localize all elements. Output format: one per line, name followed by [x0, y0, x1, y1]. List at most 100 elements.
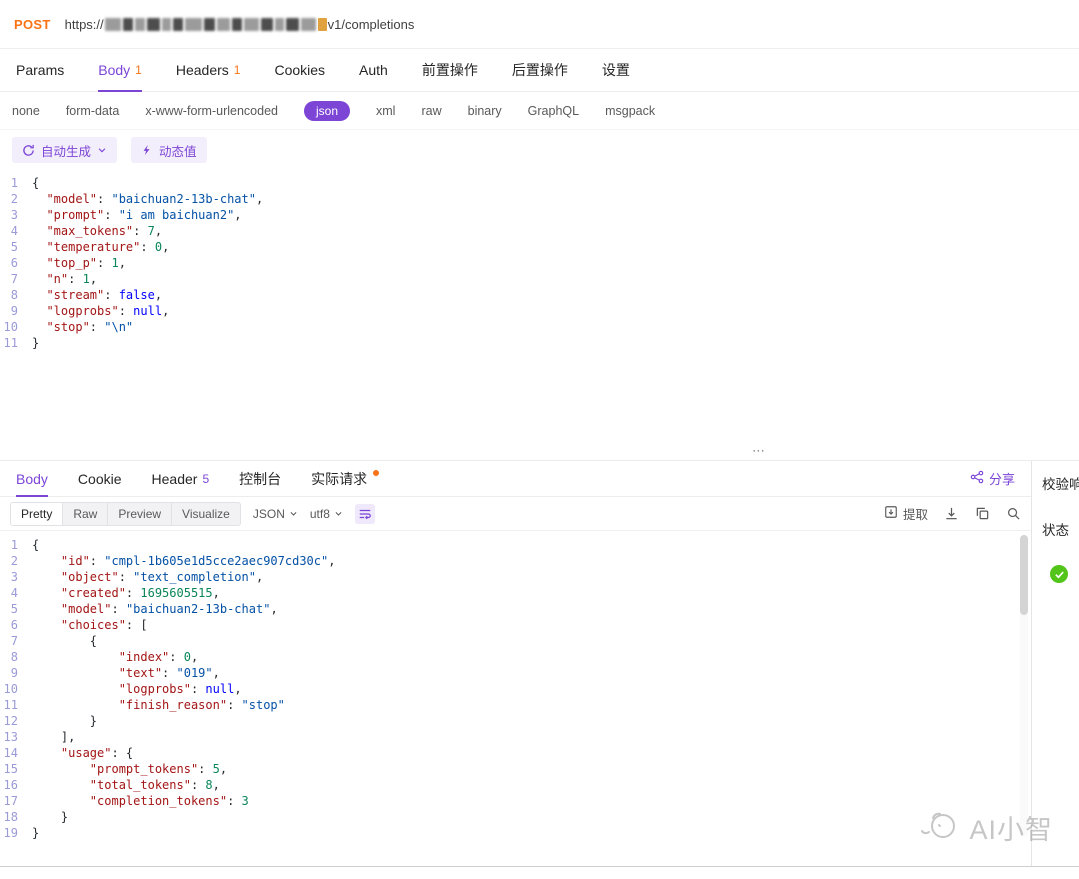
tab-label: Params	[16, 62, 64, 78]
tab-label: Body	[98, 62, 130, 78]
line-number: 1	[0, 537, 32, 553]
code-line: 12 }	[0, 713, 1031, 729]
response-json-code: 1{2 "id": "cmpl-1b605e1d5cce2aec907cd30c…	[0, 537, 1031, 841]
line-number: 9	[0, 665, 32, 681]
search-icon[interactable]	[1006, 506, 1021, 521]
code-line: 16 "total_tokens": 8,	[0, 777, 1031, 793]
code-line: 14 "usage": {	[0, 745, 1031, 761]
validate-response-tab[interactable]: 校验响应	[1042, 473, 1079, 493]
line-number: 7	[0, 271, 32, 287]
response-json-editor[interactable]: 1{2 "id": "cmpl-1b605e1d5cce2aec907cd30c…	[0, 531, 1031, 846]
request-url-input[interactable]: https:// v1/completions	[65, 17, 415, 32]
splitter-drag-handle-icon[interactable]: ⋯	[752, 443, 766, 459]
body-type-binary[interactable]: binary	[468, 104, 502, 118]
scrollbar-thumb[interactable]	[1020, 535, 1028, 615]
auto-generate-button[interactable]: 自动生成	[12, 137, 117, 163]
request-json-editor[interactable]: 1{2 "model": "baichuan2-13b-chat",3 "pro…	[0, 170, 1079, 446]
line-number: 9	[0, 303, 32, 319]
body-type-graphql[interactable]: GraphQL	[528, 104, 579, 118]
body-type-form-data[interactable]: form-data	[66, 104, 120, 118]
line-number: 11	[0, 335, 32, 351]
body-type-none[interactable]: none	[12, 104, 40, 118]
response-tab-console[interactable]: 控制台	[239, 461, 281, 496]
line-number: 10	[0, 681, 32, 697]
code-line: 8 "stream": false,	[0, 287, 1079, 303]
tab-cookies[interactable]: Cookies	[274, 49, 325, 91]
extract-icon	[884, 505, 898, 522]
code-line: 6 "choices": [	[0, 617, 1031, 633]
dynamic-value-button[interactable]: 动态值	[131, 137, 207, 163]
tab-label: 后置操作	[512, 60, 568, 80]
response-tab-actual-request[interactable]: 实际请求	[311, 461, 379, 496]
code-line: 4 "max_tokens": 7,	[0, 223, 1079, 239]
tab-post-operations[interactable]: 后置操作	[512, 49, 568, 91]
view-mode-pretty[interactable]: Pretty	[11, 503, 63, 525]
view-mode-switcher: Pretty Raw Preview Visualize	[10, 502, 241, 526]
response-tab-header[interactable]: Header 5	[152, 461, 210, 496]
url-redacted-segment	[275, 18, 284, 31]
encoding-select[interactable]: utf8	[310, 507, 343, 521]
code-line: 1{	[0, 537, 1031, 553]
line-number: 5	[0, 601, 32, 617]
tab-pre-operations[interactable]: 前置操作	[422, 49, 478, 91]
code-line: 7 "n": 1,	[0, 271, 1079, 287]
share-button[interactable]: 分享	[970, 469, 1015, 488]
tab-label: 设置	[602, 60, 630, 80]
word-wrap-icon[interactable]	[355, 504, 375, 524]
magic-wand-icon	[141, 144, 153, 156]
view-mode-preview[interactable]: Preview	[108, 503, 172, 525]
tab-count-badge: 5	[202, 472, 209, 486]
code-line: 19}	[0, 825, 1031, 841]
line-number: 15	[0, 761, 32, 777]
share-icon	[970, 470, 984, 487]
tab-label: Auth	[359, 62, 388, 78]
code-line: 8 "index": 0,	[0, 649, 1031, 665]
scrollbar-track[interactable]	[1020, 535, 1028, 837]
http-method-label[interactable]: POST	[14, 17, 51, 32]
url-redacted-segment	[162, 18, 171, 31]
format-select[interactable]: JSON	[253, 507, 298, 521]
response-tab-body[interactable]: Body	[16, 461, 48, 496]
response-tab-cookie[interactable]: Cookie	[78, 461, 122, 496]
view-mode-visualize[interactable]: Visualize	[172, 503, 240, 525]
tab-body[interactable]: Body 1	[98, 49, 142, 91]
body-type-raw[interactable]: raw	[421, 104, 441, 118]
tab-label: Cookie	[78, 471, 122, 487]
url-redacted-segment	[147, 18, 160, 31]
code-line: 4 "created": 1695605515,	[0, 585, 1031, 601]
share-label: 分享	[989, 469, 1015, 488]
line-number: 4	[0, 585, 32, 601]
tab-settings[interactable]: 设置	[602, 49, 630, 91]
tab-headers[interactable]: Headers1	[176, 49, 241, 91]
tab-count-badge: 1	[135, 63, 142, 77]
body-type-msgpack[interactable]: msgpack	[605, 104, 655, 118]
api-tool-window: { "colors": { "accent": "#7c45d6", "oran…	[0, 0, 1079, 879]
copy-button[interactable]	[975, 506, 990, 521]
tab-label: Headers	[176, 62, 229, 78]
code-line: 6 "top_p": 1,	[0, 255, 1079, 271]
panel-splitter[interactable]: ⋯	[0, 446, 1079, 461]
body-type-json[interactable]: json	[304, 101, 350, 121]
tab-auth[interactable]: Auth	[359, 49, 388, 91]
code-line: 5 "model": "baichuan2-13b-chat",	[0, 601, 1031, 617]
body-type-selector: none form-data x-www-form-urlencoded jso…	[0, 92, 1079, 130]
tab-label: Header	[152, 471, 198, 487]
body-type-urlencoded[interactable]: x-www-form-urlencoded	[145, 104, 278, 118]
body-editor-toolbar: 自动生成 动态值	[0, 130, 1079, 170]
view-mode-raw[interactable]: Raw	[63, 503, 108, 525]
extract-button[interactable]: 提取	[884, 504, 928, 523]
response-area: Body Cookie Header 5 控制台 实际请求 分享 Pretty R…	[0, 461, 1079, 867]
line-number: 18	[0, 809, 32, 825]
tab-params[interactable]: Params	[16, 49, 64, 91]
line-number: 2	[0, 553, 32, 569]
download-button[interactable]	[944, 506, 959, 521]
body-type-xml[interactable]: xml	[376, 104, 395, 118]
url-redacted-segment	[286, 18, 299, 31]
line-number: 14	[0, 745, 32, 761]
right-side-panel: 校验响应 状态	[1032, 461, 1079, 867]
response-toolbar-actions: 提取	[884, 504, 1021, 523]
tab-label: 实际请求	[311, 469, 367, 489]
code-line: 3 "object": "text_completion",	[0, 569, 1031, 585]
request-url-bar: POST https:// v1/completions	[0, 0, 1079, 49]
url-redacted-segment	[244, 18, 259, 31]
